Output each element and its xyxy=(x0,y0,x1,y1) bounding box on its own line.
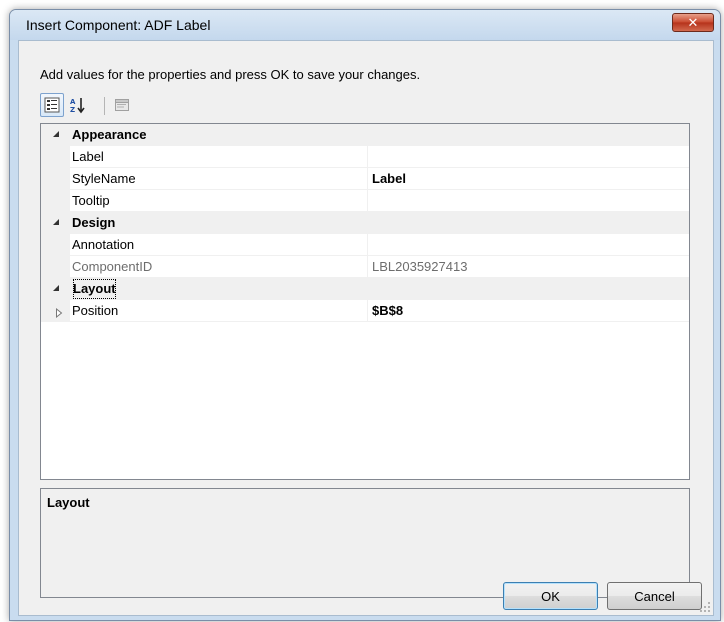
property-grid: Appearance Label StyleName Label Tooltip xyxy=(40,123,690,480)
property-value[interactable]: Label xyxy=(368,168,689,190)
property-grid-toolbar: A Z xyxy=(40,93,240,119)
collapse-icon[interactable] xyxy=(51,129,61,139)
category-label: Design xyxy=(72,215,116,230)
property-row-label[interactable]: Label xyxy=(41,146,689,168)
expand-icon[interactable] xyxy=(55,306,65,319)
categorized-icon xyxy=(44,97,60,113)
property-row-componentid[interactable]: ComponentID LBL2035927413 xyxy=(41,256,689,278)
close-button[interactable]: ✕ xyxy=(672,13,714,32)
property-value[interactable] xyxy=(368,146,689,168)
categorized-view-button[interactable] xyxy=(40,93,64,117)
alphabetical-button[interactable]: A Z xyxy=(66,93,90,117)
collapse-icon[interactable] xyxy=(51,283,61,293)
toolbar-separator xyxy=(104,97,105,115)
close-icon: ✕ xyxy=(687,14,699,30)
property-name: Tooltip xyxy=(70,190,368,212)
title-bar: Insert Component: ADF Label ✕ xyxy=(10,10,720,40)
category-label: Layout xyxy=(72,278,117,300)
category-appearance[interactable]: Appearance xyxy=(41,124,689,146)
category-label: Appearance xyxy=(72,127,147,142)
property-name: ComponentID xyxy=(70,256,368,278)
property-row-annotation[interactable]: Annotation xyxy=(41,234,689,256)
category-layout[interactable]: Layout xyxy=(41,278,689,300)
property-name: Annotation xyxy=(70,234,368,256)
property-value[interactable]: $B$8 xyxy=(368,300,689,322)
sort-az-icon: A Z xyxy=(70,98,85,114)
property-pages-button[interactable] xyxy=(110,93,134,117)
resize-grip-icon[interactable] xyxy=(699,601,711,613)
property-value[interactable]: LBL2035927413 xyxy=(368,256,689,278)
insert-component-dialog: Insert Component: ADF Label ✕ Add values… xyxy=(9,9,721,621)
window-title: Insert Component: ADF Label xyxy=(26,17,211,33)
property-row-stylename[interactable]: StyleName Label xyxy=(41,168,689,190)
property-name: Position xyxy=(70,300,368,322)
category-design[interactable]: Design xyxy=(41,212,689,234)
svg-text:A: A xyxy=(70,98,76,106)
svg-text:Z: Z xyxy=(70,106,75,114)
dialog-client-area: Add values for the properties and press … xyxy=(18,40,714,616)
property-name: StyleName xyxy=(70,168,368,190)
description-title: Layout xyxy=(47,495,90,510)
property-name: Label xyxy=(70,146,368,168)
cancel-button[interactable]: Cancel xyxy=(607,582,702,610)
collapse-icon[interactable] xyxy=(51,217,61,227)
property-row-tooltip[interactable]: Tooltip xyxy=(41,190,689,212)
property-value[interactable] xyxy=(368,234,689,256)
ok-button[interactable]: OK xyxy=(503,582,598,610)
instruction-text: Add values for the properties and press … xyxy=(40,67,421,82)
property-pages-icon xyxy=(115,99,129,111)
property-value[interactable] xyxy=(368,190,689,212)
property-row-position[interactable]: Position $B$8 xyxy=(41,300,689,322)
